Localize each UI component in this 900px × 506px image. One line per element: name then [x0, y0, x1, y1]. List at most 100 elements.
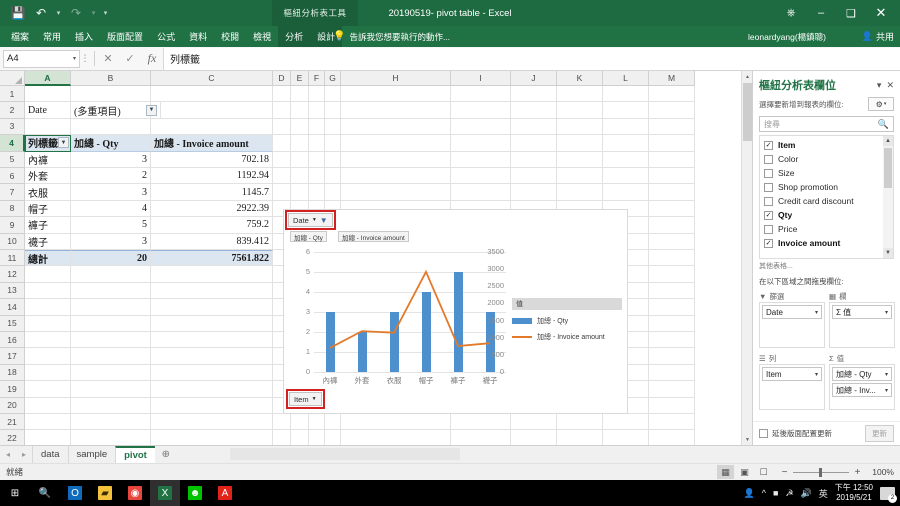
cell-empty[interactable] [325, 86, 341, 102]
normal-view-icon[interactable]: ▦ [717, 465, 734, 479]
row-header-5[interactable]: 5 [0, 152, 25, 168]
field-item-color[interactable]: Color [760, 152, 893, 166]
cell-empty[interactable] [273, 184, 291, 200]
cell-empty[interactable] [511, 152, 557, 168]
cell-empty[interactable] [71, 86, 151, 102]
column-header-c[interactable]: C [151, 71, 273, 86]
account-label[interactable]: leonardyang(楊鎮聰) [748, 26, 826, 47]
column-header-l[interactable]: L [603, 71, 649, 86]
cell-empty[interactable] [649, 168, 695, 184]
sheet-tab-sample[interactable]: sample [68, 446, 116, 464]
cell-empty[interactable] [341, 119, 451, 135]
row-header-15[interactable]: 15 [0, 316, 25, 332]
column-header-k[interactable]: K [557, 71, 603, 86]
column-header-e[interactable]: E [291, 71, 309, 86]
chart-filter-button-date[interactable]: Date ▼ ▼ [288, 213, 333, 227]
row-header-4[interactable]: 4 [0, 135, 25, 151]
qat-more-icon[interactable]: ▾ [101, 3, 110, 23]
cell-empty[interactable] [25, 365, 71, 381]
cell-empty[interactable] [151, 332, 273, 348]
pivot-total-qty[interactable]: 20 [71, 250, 151, 266]
zoom-thumb[interactable] [819, 468, 822, 477]
ribbon-display-options-icon[interactable]: ⎈ [776, 1, 806, 25]
pivot-row-item[interactable]: 內褲 [25, 152, 71, 168]
chevron-down-icon[interactable]: ▾ [73, 55, 76, 62]
notification-center-icon[interactable]: 2 [880, 487, 895, 500]
cell-empty[interactable] [649, 348, 695, 364]
row-header-17[interactable]: 17 [0, 348, 25, 364]
cell-empty[interactable] [341, 184, 451, 200]
sheet-next-icon[interactable]: ▸ [16, 450, 32, 459]
select-all-corner[interactable] [0, 71, 25, 86]
tab-insert[interactable]: 插入 [68, 26, 100, 47]
cell-empty[interactable] [511, 102, 557, 118]
cell-empty[interactable] [603, 430, 649, 445]
cell-empty[interactable] [151, 86, 273, 102]
scroll-up-icon[interactable]: ▲ [883, 136, 893, 146]
column-header-m[interactable]: M [649, 71, 695, 86]
cell-empty[interactable] [273, 430, 291, 445]
cell-empty[interactable] [649, 381, 695, 397]
cell-empty[interactable] [71, 283, 151, 299]
close-button[interactable]: ✕ [866, 1, 896, 25]
area-filters-box[interactable]: Date ▾ [759, 302, 825, 348]
row-header-7[interactable]: 7 [0, 184, 25, 200]
cell-empty[interactable] [309, 152, 325, 168]
wifi-icon[interactable]: ☭ [785, 488, 793, 499]
row-header-16[interactable]: 16 [0, 332, 25, 348]
cell-empty[interactable] [557, 414, 603, 430]
page-break-preview-icon[interactable]: ☐ [755, 465, 772, 479]
cell-empty[interactable] [557, 184, 603, 200]
pivot-header-invoice[interactable]: 加總 - Invoice amount [151, 135, 273, 151]
undo-dropdown-icon[interactable]: ▾ [54, 3, 63, 23]
tab-page-layout[interactable]: 版面配置 [100, 26, 150, 47]
cell-empty[interactable] [151, 348, 273, 364]
cell-empty[interactable] [325, 135, 341, 151]
scroll-up-icon[interactable]: ▲ [742, 71, 752, 82]
cell-empty[interactable] [291, 86, 309, 102]
cell-empty[interactable] [71, 414, 151, 430]
cell-empty[interactable] [649, 299, 695, 315]
chevron-down-icon[interactable]: ▾ [885, 309, 888, 316]
column-header-h[interactable]: H [341, 71, 451, 86]
cell-empty[interactable] [649, 217, 695, 233]
cell-empty[interactable] [291, 430, 309, 445]
cell-empty[interactable] [557, 152, 603, 168]
pivot-header-qty[interactable]: 加總 - Qty [71, 135, 151, 151]
cell-empty[interactable] [25, 398, 71, 414]
tab-view[interactable]: 檢視 [246, 26, 278, 47]
area-values-box[interactable]: 加總 - Qty ▾ 加總 - Inv... ▾ [829, 364, 895, 410]
tab-data[interactable]: 資料 [182, 26, 214, 47]
zoom-in-button[interactable]: + [853, 467, 862, 478]
cell-empty[interactable] [25, 316, 71, 332]
area-rows-box[interactable]: Item ▾ [759, 364, 825, 410]
row-labels-filter-icon[interactable]: ▼ [58, 137, 69, 148]
field-checkbox[interactable]: ✓ [764, 211, 773, 220]
field-checkbox[interactable]: ✓ [764, 239, 773, 248]
tab-review[interactable]: 校閱 [214, 26, 246, 47]
cell-empty[interactable] [341, 102, 451, 118]
cell-empty[interactable] [291, 414, 309, 430]
tab-home[interactable]: 常用 [36, 26, 68, 47]
battery-icon[interactable]: ■ [773, 488, 778, 498]
area-values[interactable]: Σ 值 加總 - Qty ▾ 加總 - Inv... ▾ [829, 352, 895, 410]
save-icon[interactable]: 💾 [8, 3, 28, 23]
cell-empty[interactable] [603, 102, 649, 118]
cell-empty[interactable] [451, 168, 511, 184]
cell-empty[interactable] [341, 86, 451, 102]
cell-empty[interactable] [291, 168, 309, 184]
scroll-down-icon[interactable]: ▼ [883, 248, 893, 258]
pivot-row-item[interactable]: 襪子 [25, 234, 71, 250]
horizontal-scrollbar[interactable] [230, 448, 460, 460]
row-header-14[interactable]: 14 [0, 299, 25, 315]
pivot-row-invoice[interactable]: 702.18 [151, 152, 273, 168]
cell-empty[interactable] [451, 86, 511, 102]
cell-empty[interactable] [649, 398, 695, 414]
cell-empty[interactable] [511, 184, 557, 200]
redo-dropdown-icon[interactable]: ▾ [89, 3, 98, 23]
chip-values[interactable]: Σ 值 ▾ [832, 305, 892, 319]
pivot-row-qty[interactable]: 2 [71, 168, 151, 184]
cell-empty[interactable] [309, 430, 325, 445]
cell-empty[interactable] [451, 430, 511, 445]
column-header-d[interactable]: D [273, 71, 291, 86]
